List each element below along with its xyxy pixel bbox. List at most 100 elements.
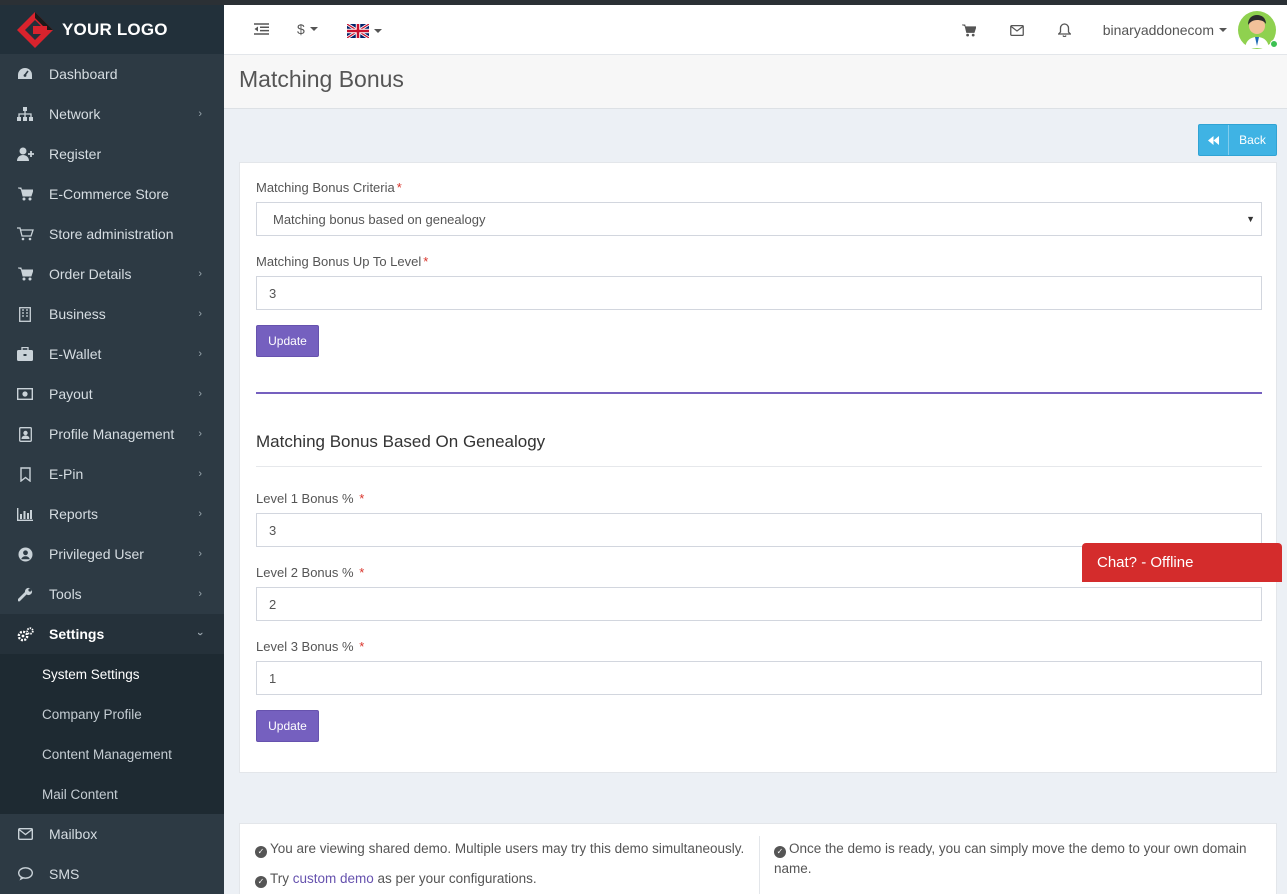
chevron-right-icon: › (198, 548, 202, 560)
criteria-select[interactable]: Matching bonus based on genealogy ▼ (256, 202, 1262, 236)
level-3-label-text: Level 3 Bonus % (256, 639, 354, 654)
back-button[interactable]: Back (1198, 124, 1277, 156)
sidebar-item-sms[interactable]: SMS (0, 854, 224, 894)
sidebar-item-ecommerce-store[interactable]: E-Commerce Store (0, 174, 224, 214)
backward-icon (1199, 125, 1229, 155)
sidebar-item-label: Reports (49, 506, 99, 522)
logo-text: YOUR LOGO (62, 19, 168, 39)
outdent-icon (254, 23, 269, 35)
cart-button[interactable] (961, 23, 976, 37)
cart-outline-icon (16, 225, 34, 243)
criteria-selected-value: Matching bonus based on genealogy (273, 211, 486, 227)
top-header: $ binaryaddonecom (224, 5, 1287, 55)
check-circle-icon: ✓ (255, 846, 267, 858)
sidebar: YOUR LOGO Dashboard Network › Register E… (0, 5, 224, 894)
envelope-icon (16, 825, 34, 843)
submenu-item-content-management[interactable]: Content Management (0, 734, 224, 774)
sidebar-item-label: Settings (49, 626, 105, 642)
required-mark: * (423, 254, 429, 269)
section-divider (256, 392, 1262, 394)
demo-note-2-post: as per your configurations. (373, 871, 537, 886)
upto-level-input[interactable]: 3 (256, 276, 1262, 310)
user-plus-icon (16, 145, 34, 163)
update-criteria-button[interactable]: Update (256, 325, 319, 357)
sidebar-item-tools[interactable]: Tools › (0, 574, 224, 614)
money-icon (16, 385, 34, 403)
sidebar-item-dashboard[interactable]: Dashboard (0, 54, 224, 94)
level-1-label: Level 1 Bonus % * (256, 491, 364, 506)
sidebar-item-mailbox[interactable]: Mailbox (0, 814, 224, 854)
required-mark: * (359, 639, 365, 654)
required-mark: * (396, 180, 402, 195)
sitemap-icon (16, 105, 34, 123)
bar-chart-icon (16, 505, 34, 523)
bookmark-icon (16, 465, 34, 483)
caret-down-icon (1219, 28, 1227, 32)
demo-note-2: ✓ Try custom demo as per your configurati… (255, 869, 750, 889)
user-menu[interactable]: binaryaddonecom (1103, 22, 1227, 38)
sidebar-item-label: Payout (49, 386, 93, 402)
sidebar-item-privileged-user[interactable]: Privileged User › (0, 534, 224, 574)
chevron-right-icon: › (198, 308, 202, 320)
sidebar-item-label: Tools (49, 586, 82, 602)
chevron-right-icon: › (198, 268, 202, 280)
sidebar-item-e-wallet[interactable]: E-Wallet › (0, 334, 224, 374)
sidebar-item-network[interactable]: Network › (0, 94, 224, 134)
submenu-item-system-settings[interactable]: System Settings (0, 654, 224, 694)
demo-note-2-pre: Try (270, 871, 293, 886)
sidebar-item-profile-management[interactable]: Profile Management › (0, 414, 224, 454)
level-3-input[interactable]: 1 (256, 661, 1262, 695)
notes-separator (759, 836, 760, 894)
avatar[interactable] (1237, 10, 1278, 50)
header-right: binaryaddonecom (961, 5, 1287, 55)
level-2-label-text: Level 2 Bonus % (256, 565, 354, 580)
submenu-item-company-profile[interactable]: Company Profile (0, 694, 224, 734)
check-circle-icon: ✓ (774, 846, 786, 858)
level-1-input[interactable]: 3 (256, 513, 1262, 547)
demo-notes: ✓ You are viewing shared demo. Multiple u… (239, 823, 1277, 894)
currency-dropdown[interactable]: $ (297, 21, 318, 37)
matching-bonus-panel: Matching Bonus Criteria * Matching bonus … (239, 162, 1277, 773)
sidebar-item-label: Network (49, 106, 101, 122)
dashboard-icon (16, 65, 34, 83)
sidebar-item-label: E-Commerce Store (49, 186, 169, 202)
sidebar-item-reports[interactable]: Reports › (0, 494, 224, 534)
page-title: Matching Bonus (239, 66, 404, 92)
messages-button[interactable] (1009, 24, 1024, 36)
required-mark: * (359, 565, 365, 580)
id-card-icon (16, 425, 34, 443)
upto-level-label-text: Matching Bonus Up To Level (256, 254, 422, 269)
sidebar-item-label: E-Pin (49, 466, 84, 482)
sidebar-item-business[interactable]: Business › (0, 294, 224, 334)
level-2-label: Level 2 Bonus % * (256, 565, 364, 580)
required-mark: * (359, 491, 365, 506)
chevron-down-icon: › (194, 632, 207, 636)
chevron-right-icon: › (198, 108, 202, 120)
demo-note-1: ✓ You are viewing shared demo. Multiple u… (255, 839, 750, 859)
notifications-button[interactable] (1057, 23, 1071, 37)
custom-demo-link[interactable]: custom demo (293, 871, 374, 886)
sidebar-item-label: SMS (49, 866, 80, 882)
sidebar-item-store-administration[interactable]: Store administration (0, 214, 224, 254)
chevron-right-icon: › (198, 508, 202, 520)
sidebar-toggle-button[interactable] (254, 23, 269, 35)
username: binaryaddonecom (1102, 22, 1214, 38)
sidebar-item-register[interactable]: Register (0, 134, 224, 174)
cart-icon (16, 185, 34, 203)
sidebar-item-order-details[interactable]: Order Details › (0, 254, 224, 294)
update-genealogy-button[interactable]: Update (256, 710, 319, 742)
sidebar-item-settings[interactable]: Settings › (0, 614, 224, 654)
demo-note-3: ✓ Once the demo is ready, you can simply … (774, 839, 1254, 879)
demo-note-3-text: Once the demo is ready, you can simply m… (774, 841, 1247, 876)
section-rule (256, 466, 1262, 467)
language-dropdown[interactable] (347, 24, 382, 38)
level-2-input[interactable]: 2 (256, 587, 1262, 621)
logo[interactable]: YOUR LOGO (0, 5, 224, 54)
chat-widget[interactable]: Chat? - Offline (1082, 543, 1282, 582)
comment-icon (16, 865, 34, 883)
submenu-item-mail-content[interactable]: Mail Content (0, 774, 224, 814)
sidebar-item-payout[interactable]: Payout › (0, 374, 224, 414)
sidebar-item-e-pin[interactable]: E-Pin › (0, 454, 224, 494)
uk-flag-icon (347, 24, 369, 38)
back-button-label: Back (1239, 133, 1266, 147)
